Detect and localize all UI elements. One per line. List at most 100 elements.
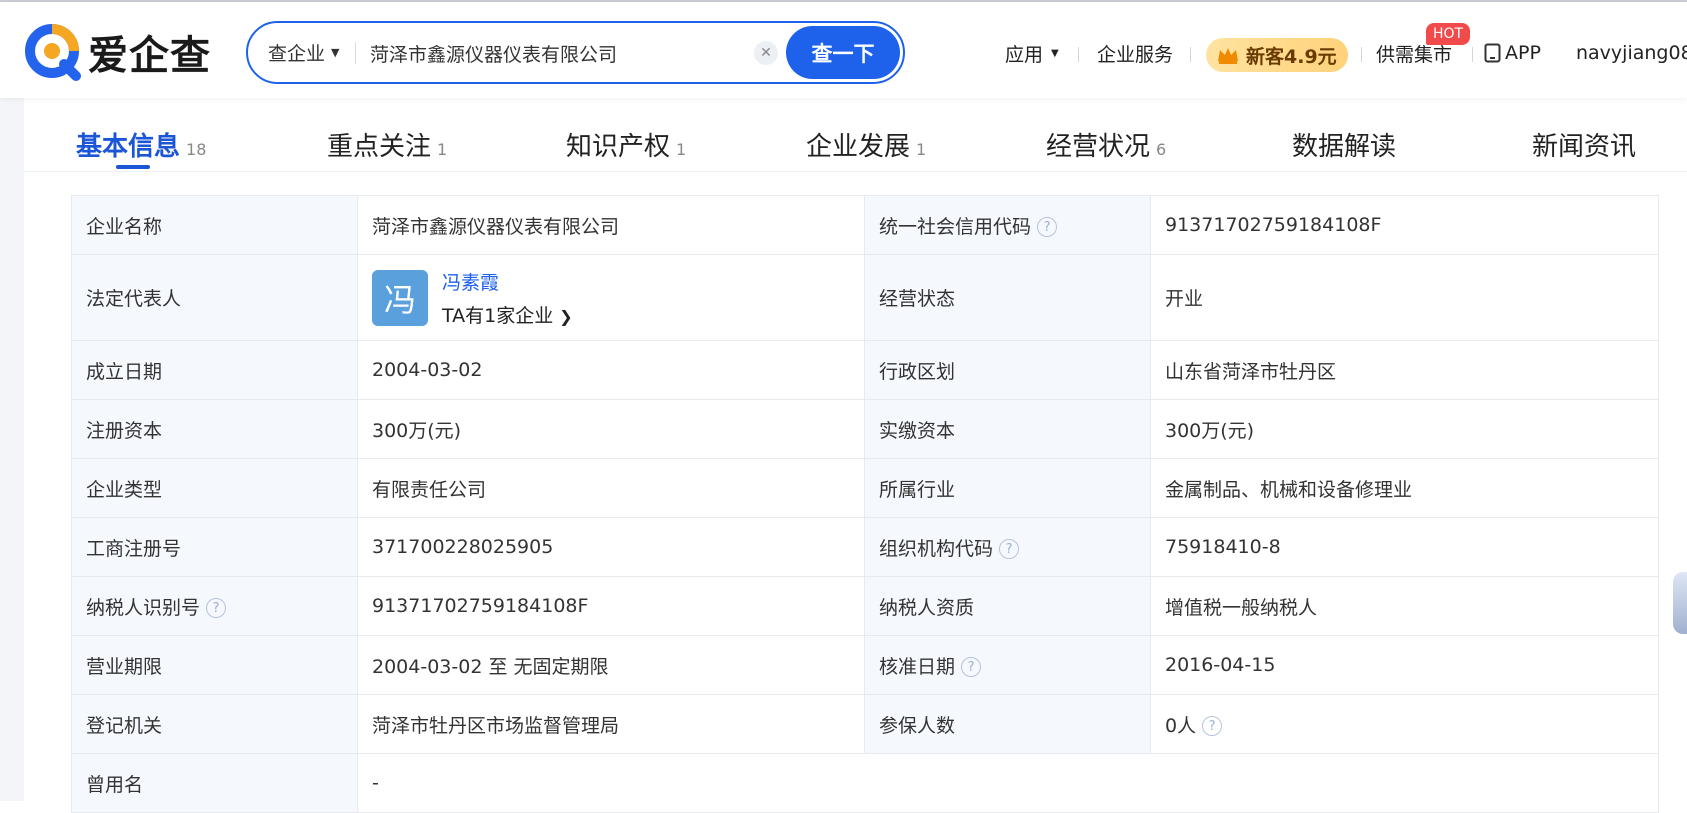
credit-code-value: 91371702759184108F [1150, 195, 1659, 255]
legal-rep-companies-link[interactable]: TA有1家企业 ❯ [442, 301, 573, 328]
tab-count: 1 [916, 140, 927, 159]
org-code-cell: 组织机构代码? [864, 517, 1151, 577]
region-label: 行政区划 [864, 340, 1151, 400]
logo-text: 爱企查 [88, 33, 211, 79]
nav-divider [1078, 47, 1079, 62]
region-value: 山东省菏泽市牡丹区 [1150, 340, 1659, 400]
tab-development[interactable]: 企业发展 1 [806, 126, 926, 163]
legal-rep-label: 法定代表人 [71, 254, 358, 341]
legal-rep-companies-text: TA有1家企业 [442, 304, 554, 327]
active-tab-indicator [116, 165, 150, 169]
org-code-value: 75918410-8 [1150, 517, 1659, 577]
assistant-bot-icon[interactable] [1673, 572, 1687, 634]
table-row: 曾用名 - [71, 753, 1659, 813]
search-type-label: 查企业 [268, 43, 326, 65]
authority-value: 菏泽市牡丹区市场监督管理局 [357, 694, 865, 754]
logo[interactable]: 爱企查 [24, 22, 211, 82]
help-icon[interactable]: ? [206, 598, 227, 618]
basic-info-table: 企业名称 菏泽市鑫源仪器仪表有限公司 统一社会信用代码? 91371702759… [71, 195, 1659, 813]
founded-value: 2004-03-02 [357, 340, 865, 400]
taxpayer-qual-value: 增值税一般纳税人 [1150, 576, 1659, 636]
avatar[interactable]: 冯 [372, 269, 428, 326]
tab-label: 经营状况 [1046, 132, 1151, 162]
tab-data-analysis[interactable]: 数据解读 [1292, 126, 1396, 163]
reg-capital-label: 注册资本 [71, 399, 358, 459]
authority-label: 登记机关 [71, 694, 358, 754]
biz-reg-no-value: 371700228025905 [357, 517, 865, 577]
site-header: 爱企查 查企业 ▼ ✕ 查一下 应用 ▼ 企业服务 新客4.9元 供需集市 HO… [0, 2, 1687, 98]
credit-code-cell: 统一社会信用代码? [864, 195, 1151, 255]
tab-label: 重点关注 [327, 132, 432, 162]
former-name-value: - [357, 753, 1659, 813]
company-name-label: 企业名称 [71, 195, 358, 255]
user-menu[interactable]: navyjiang08... [1576, 36, 1687, 70]
paid-capital-value: 300万(元) [1150, 399, 1659, 459]
nav-app[interactable]: APP [1484, 36, 1541, 70]
tab-count: 1 [676, 140, 687, 159]
table-row: 企业名称 菏泽市鑫源仪器仪表有限公司 统一社会信用代码? 91371702759… [71, 195, 1659, 255]
help-icon[interactable]: ? [1037, 217, 1058, 237]
tab-news[interactable]: 新闻资讯 [1532, 126, 1636, 163]
tab-basic-info[interactable]: 基本信息 18 [76, 126, 206, 163]
table-row: 企业类型 有限责任公司 所属行业 金属制品、机械和设备修理业 [71, 458, 1659, 518]
promo-label: 新客4.9元 [1246, 45, 1337, 68]
search-button[interactable]: 查一下 [786, 26, 900, 79]
type-label: 企业类型 [71, 458, 358, 518]
tab-ip[interactable]: 知识产权 1 [566, 126, 686, 163]
insured-value: 0人 [1165, 714, 1197, 737]
table-row: 工商注册号 371700228025905 组织机构代码? 75918410-8 [71, 517, 1659, 577]
tab-operations[interactable]: 经营状况 6 [1046, 126, 1166, 163]
table-row: 注册资本 300万(元) 实缴资本 300万(元) [71, 399, 1659, 459]
org-code-label: 组织机构代码 [879, 537, 994, 560]
promo-new-customer[interactable]: 新客4.9元 [1206, 38, 1348, 72]
tab-label: 企业发展 [806, 132, 911, 162]
table-row: 成立日期 2004-03-02 行政区划 山东省菏泽市牡丹区 [71, 340, 1659, 400]
status-value: 开业 [1150, 254, 1659, 341]
help-icon[interactable]: ? [1202, 716, 1223, 736]
help-icon[interactable]: ? [999, 539, 1020, 559]
tablet-icon [1484, 43, 1501, 63]
search-type-select[interactable]: 查企业 ▼ [268, 23, 339, 82]
crown-icon [1218, 48, 1238, 64]
tab-label: 基本信息 [76, 132, 181, 162]
tab-label: 新闻资讯 [1532, 132, 1637, 162]
tab-label: 数据解读 [1292, 132, 1397, 162]
tab-key-focus[interactable]: 重点关注 1 [327, 126, 447, 163]
approved-value: 2016-04-15 [1150, 635, 1659, 695]
industry-value: 金属制品、机械和设备修理业 [1150, 458, 1659, 518]
type-value: 有限责任公司 [357, 458, 865, 518]
section-tabs: 基本信息 18 重点关注 1 知识产权 1 企业发展 1 经营状况 6 数据解读… [24, 98, 1687, 172]
former-name-label: 曾用名 [71, 753, 358, 813]
tab-count: 6 [1156, 140, 1167, 159]
legal-rep-cell: 冯 冯素霞 TA有1家企业 ❯ [357, 254, 865, 341]
nav-apps[interactable]: 应用 ▼ [1005, 36, 1059, 70]
company-name-value: 菏泽市鑫源仪器仪表有限公司 [357, 195, 865, 255]
reg-capital-value: 300万(元) [357, 399, 865, 459]
taxpayer-id-value: 91371702759184108F [357, 576, 865, 636]
chevron-right-icon: ❯ [559, 306, 573, 326]
insured-cell: 0人? [1150, 694, 1659, 754]
nav-apps-label: 应用 [1005, 43, 1044, 66]
legal-rep-name-link[interactable]: 冯素霞 [442, 268, 573, 295]
term-value: 2004-03-02 至 无固定期限 [357, 635, 865, 695]
term-label: 营业期限 [71, 635, 358, 695]
search-input[interactable] [370, 33, 750, 73]
industry-label: 所属行业 [864, 458, 1151, 518]
caret-down-icon: ▼ [331, 46, 340, 59]
search-divider [355, 42, 356, 64]
search-bar: 查企业 ▼ ✕ 查一下 [246, 21, 905, 84]
clear-search-icon[interactable]: ✕ [754, 41, 778, 65]
tab-label: 知识产权 [566, 132, 671, 162]
approved-label: 核准日期 [879, 655, 956, 678]
legal-rep-block: 冯 冯素霞 TA有1家企业 ❯ [372, 268, 850, 328]
approved-cell: 核准日期? [864, 635, 1151, 695]
table-row: 法定代表人 冯 冯素霞 TA有1家企业 ❯ 经营状态 开业 [71, 254, 1659, 341]
table-row: 登记机关 菏泽市牡丹区市场监督管理局 参保人数 0人? [71, 694, 1659, 754]
hot-badge: HOT [1426, 23, 1471, 45]
legal-rep-info: 冯素霞 TA有1家企业 ❯ [442, 268, 573, 328]
credit-code-label: 统一社会信用代码 [879, 215, 1032, 238]
table-row: 营业期限 2004-03-02 至 无固定期限 核准日期? 2016-04-15 [71, 635, 1659, 695]
nav-enterprise-services[interactable]: 企业服务 [1097, 36, 1173, 70]
nav-divider [1361, 47, 1362, 62]
help-icon[interactable]: ? [961, 657, 982, 677]
